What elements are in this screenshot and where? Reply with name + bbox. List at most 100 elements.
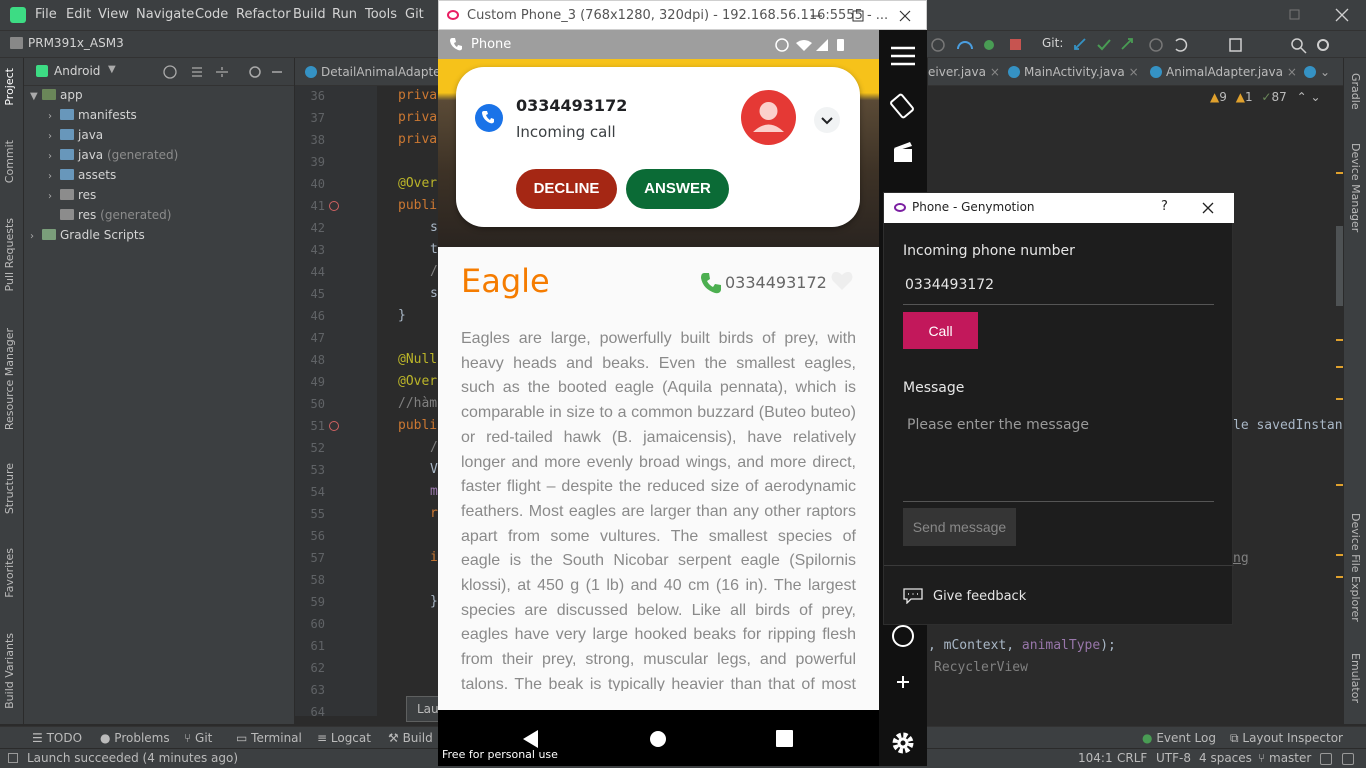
run-toolbar: [930, 35, 1340, 55]
menu-git[interactable]: Git: [405, 7, 424, 22]
incoming-number-input[interactable]: 0334493172: [905, 277, 994, 293]
tab-build-variants[interactable]: Build Variants: [3, 633, 16, 709]
left-tool-strip: Project Commit Pull Requests Resource Ma…: [0, 58, 24, 724]
animal-detail: Eagle 0334493172 Eagles are large, power…: [438, 247, 879, 710]
tab-device-file-explorer[interactable]: Device File Explorer: [1349, 513, 1362, 622]
editor-tab-receiver[interactable]: eiver.java ×: [928, 65, 1000, 79]
menu-view[interactable]: View: [98, 7, 129, 22]
tab-build[interactable]: ⚒ Build: [388, 731, 433, 745]
chevron-down-icon[interactable]: ▼: [108, 64, 116, 75]
tab-project[interactable]: Project: [3, 68, 16, 106]
project-breadcrumb[interactable]: PRM391x_ASM3: [28, 36, 124, 50]
tab-emulator[interactable]: Emulator: [1349, 653, 1362, 703]
indent-setting[interactable]: 4 spaces: [1199, 751, 1252, 765]
lock-icon[interactable]: [1320, 753, 1332, 765]
tab-gradle[interactable]: Gradle: [1349, 73, 1362, 110]
restore-icon[interactable]: [1283, 7, 1307, 23]
menu-file[interactable]: File: [35, 7, 57, 22]
project-view-selector[interactable]: Android: [54, 64, 100, 78]
menu-navigate[interactable]: Navigate: [136, 7, 194, 22]
rotate-icon[interactable]: [889, 92, 917, 120]
menu-refactor[interactable]: Refactor: [236, 7, 291, 22]
help-icon[interactable]: ?: [1161, 199, 1168, 214]
menu-build[interactable]: Build: [293, 7, 326, 22]
status-message[interactable]: Launch succeeded (4 minutes ago): [27, 751, 238, 765]
line-number: 57: [310, 551, 325, 565]
tab-commit[interactable]: Commit: [3, 140, 16, 183]
heart-icon[interactable]: [830, 269, 854, 293]
watermark: Free for personal use: [442, 748, 558, 761]
line-number: 54: [310, 485, 325, 499]
call-button[interactable]: Call: [903, 312, 978, 349]
incoming-call-notification[interactable]: 0334493172 Incoming call DECLINE ANSWER: [456, 67, 860, 227]
caret-position[interactable]: 104:1: [1078, 751, 1113, 765]
tree-item-manifests[interactable]: › manifests: [48, 108, 137, 122]
expand-chevron-icon[interactable]: [814, 107, 840, 133]
tab-problems[interactable]: ● Problems: [100, 731, 170, 745]
editor-scrollbar[interactable]: [1336, 86, 1343, 716]
ide-close-icon[interactable]: [1330, 5, 1354, 25]
answer-button[interactable]: ANSWER: [626, 169, 729, 209]
more-tabs[interactable]: ⌄: [1304, 65, 1330, 79]
code-line: le savedInstan: [1233, 418, 1343, 433]
animal-name: Eagle: [461, 262, 550, 300]
menu-code[interactable]: Code: [195, 7, 228, 22]
home-icon[interactable]: [650, 731, 666, 747]
give-feedback-link[interactable]: Give feedback: [933, 589, 1026, 604]
menu-tools[interactable]: Tools: [365, 7, 397, 22]
file-encoding[interactable]: UTF-8: [1156, 751, 1191, 765]
git-label: Git:: [1042, 36, 1064, 50]
status-toggle-icon[interactable]: [8, 753, 18, 763]
class-icon: [1150, 66, 1162, 78]
tab-git[interactable]: ⑂ Git: [184, 731, 212, 745]
message-input[interactable]: Please enter the message: [907, 417, 1089, 433]
tab-terminal[interactable]: ▭ Terminal: [236, 731, 302, 745]
inspection-widget[interactable]: ▲9 ▲1 ✓87 ⌃ ⌄: [1210, 90, 1330, 108]
notifications-icon[interactable]: [1342, 753, 1354, 765]
tree-item-app[interactable]: ▼ app: [30, 88, 83, 102]
volume-up-icon[interactable]: [895, 674, 911, 690]
animal-phone[interactable]: 0334493172: [725, 273, 827, 292]
tab-favorites[interactable]: Favorites: [3, 548, 16, 598]
tree-item-assets[interactable]: › assets: [48, 168, 116, 182]
phone-call-icon[interactable]: [700, 272, 722, 294]
menu-icon[interactable]: [889, 44, 917, 68]
capture-icon[interactable]: [891, 140, 915, 164]
tree-item-java-generated[interactable]: › java (generated): [48, 148, 178, 162]
tree-item-res-generated[interactable]: res (generated): [48, 208, 171, 222]
send-message-button[interactable]: Send message: [903, 508, 1016, 546]
tab-logcat[interactable]: ≡ Logcat: [317, 731, 371, 745]
back-icon[interactable]: [521, 729, 541, 749]
launch-tooltip: Lau: [406, 696, 440, 722]
line-separator[interactable]: CRLF: [1117, 751, 1147, 765]
override-marker-icon[interactable]: [329, 201, 339, 211]
code-line: V: [430, 462, 438, 477]
tab-todo[interactable]: ☰ TODO: [32, 731, 82, 745]
class-icon: [1008, 66, 1020, 78]
decline-button[interactable]: DECLINE: [516, 169, 617, 209]
settings-gear-icon[interactable]: [890, 730, 916, 756]
call-app-icon: [475, 104, 503, 132]
tree-item-res[interactable]: › res: [48, 188, 96, 202]
emulator-screen[interactable]: Phone 0334493172 Incoming call DECLINE A…: [438, 30, 879, 710]
editor-tab-detail-animal-adapter[interactable]: DetailAnimalAdapter.j: [305, 65, 452, 79]
override-marker-icon[interactable]: [329, 421, 339, 431]
tab-device-manager[interactable]: Device Manager: [1349, 143, 1362, 232]
tree-item-java[interactable]: › java: [48, 128, 103, 142]
tab-pull-requests[interactable]: Pull Requests: [3, 218, 16, 291]
close-icon[interactable]: [1201, 201, 1215, 215]
tab-resource-manager[interactable]: Resource Manager: [3, 328, 16, 430]
recents-icon[interactable]: [776, 730, 793, 747]
android-navigation-bar: Free for personal use: [438, 710, 879, 766]
editor-tab-main-activity[interactable]: MainActivity.java ×: [1008, 65, 1139, 79]
line-number: 47: [310, 331, 325, 345]
editor-tab-animal-adapter[interactable]: AnimalAdapter.java ×: [1150, 65, 1297, 79]
tab-layout-inspector[interactable]: ⧉ Layout Inspector: [1230, 731, 1343, 746]
git-branch[interactable]: ⑂ master: [1258, 751, 1311, 765]
menu-edit[interactable]: Edit: [66, 7, 91, 22]
tab-structure[interactable]: Structure: [3, 463, 16, 514]
tree-item-gradle-scripts[interactable]: › Gradle Scripts: [30, 228, 145, 242]
tab-event-log[interactable]: ● Event Log: [1142, 731, 1216, 745]
power-icon[interactable]: [892, 625, 914, 647]
menu-run[interactable]: Run: [332, 7, 357, 22]
